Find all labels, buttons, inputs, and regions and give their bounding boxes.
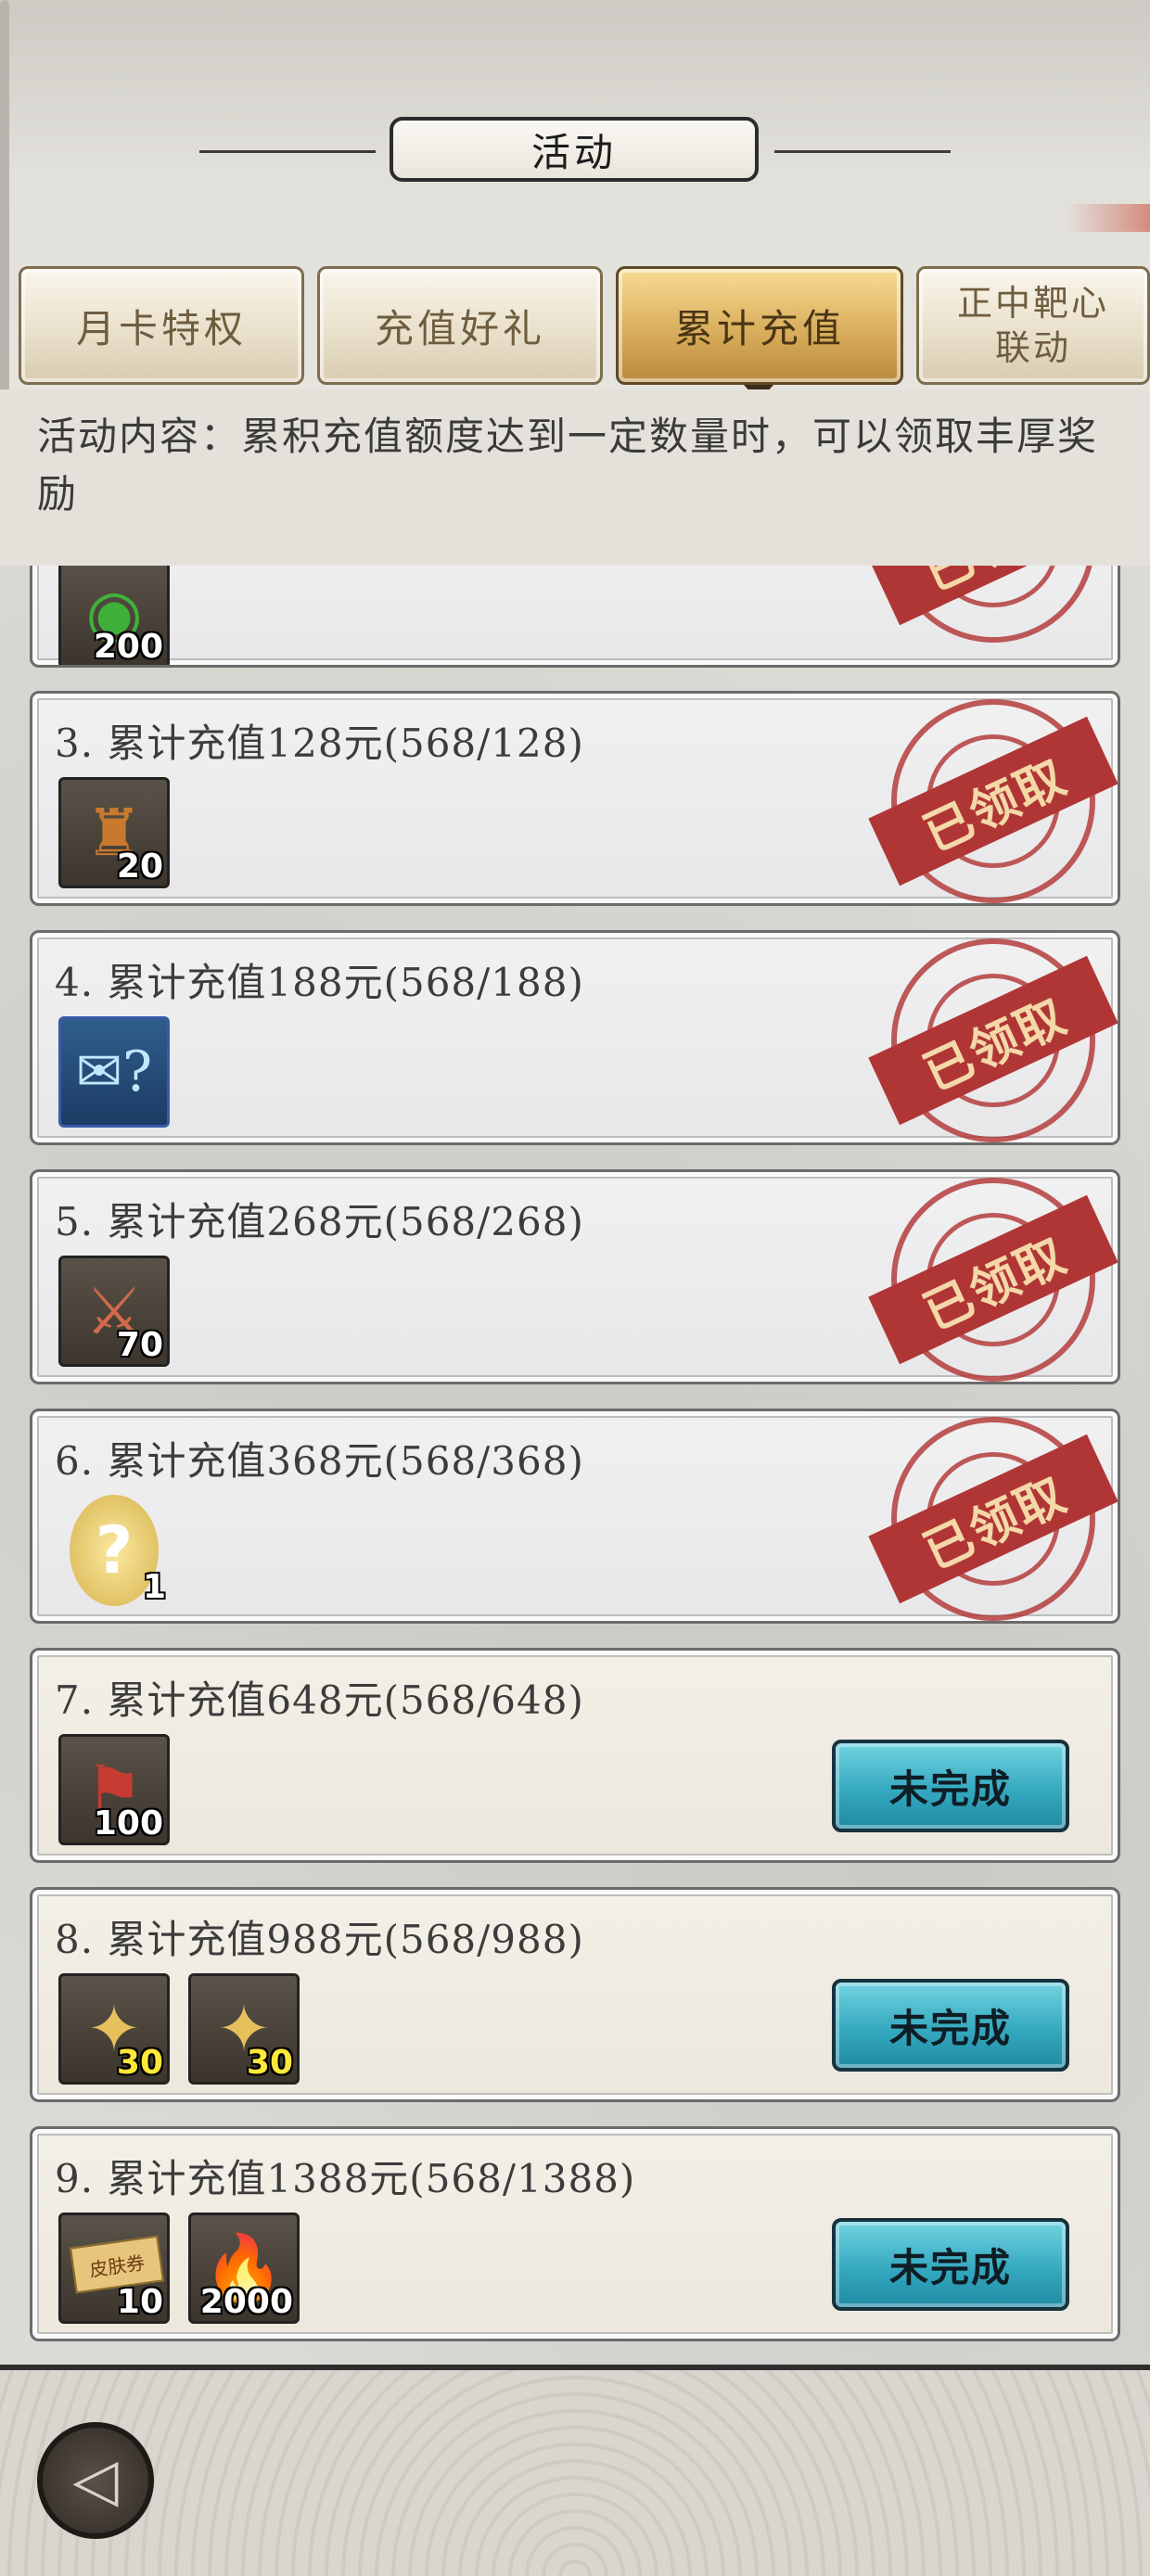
reward-row-9: 9. 累计充值1388元(568/1388) 皮肤券 10 🔥 2000 未完成 (30, 2126, 1120, 2341)
reward-row-8: 8. 累计充值988元(568/988) ✦ 30 ✦ 30 未完成 (30, 1887, 1120, 2102)
mystery-scroll-icon[interactable]: ✉? (58, 1016, 170, 1128)
tab-monthly-card[interactable]: 月卡特权 (19, 266, 304, 385)
incomplete-button[interactable]: 未完成 (832, 1979, 1069, 2072)
puzzle-piece-icon[interactable]: ✦ 30 (188, 1973, 300, 2085)
token-bag-icon[interactable]: ♜ 20 (58, 777, 170, 888)
item-quantity: 100 (93, 1804, 163, 1843)
reward-row-5: 5. 累计充值268元(568/268) ⚔ 70 已领取 (30, 1169, 1120, 1384)
item-quantity: 20 (116, 848, 163, 886)
tab-label-line2: 联动 (994, 327, 1071, 368)
decor-accent (1067, 204, 1150, 232)
item-quantity: 70 (116, 1326, 163, 1364)
title-divider-left (199, 150, 376, 153)
mystery-egg-icon[interactable]: ? 1 (58, 1495, 170, 1606)
row-title: 9. 累计充值1388元(568/1388) (55, 2156, 636, 2201)
row-title: 6. 累计充值368元(568/368) (55, 1438, 584, 1484)
back-button[interactable]: ◁ (37, 2422, 154, 2539)
item-quantity: 200 (93, 628, 163, 666)
item-quantity: 30 (116, 2044, 163, 2082)
blue-flame-icon[interactable]: 🔥 2000 (188, 2213, 300, 2324)
page-title: 活动 (390, 117, 759, 182)
item-quantity: 10 (116, 2283, 163, 2321)
page-header: 活动 (0, 111, 1150, 189)
item-quantity: 1 (142, 1568, 166, 1606)
item-quantity: 30 (246, 2044, 293, 2082)
reward-row-7: 7. 累计充值648元(568/648) ⚑ 100 未完成 (30, 1648, 1120, 1863)
title-divider-right (774, 150, 951, 153)
skin-ticket-icon[interactable]: 皮肤券 10 (58, 2213, 170, 2324)
bottom-bar (0, 2365, 1150, 2576)
row-title: 5. 累计充值268元(568/268) (55, 1199, 584, 1244)
row-title: 4. 累计充值188元(568/188) (55, 960, 584, 1005)
incomplete-button[interactable]: 未完成 (832, 2218, 1069, 2311)
tab-cumulative-recharge[interactable]: 累计充值 (616, 266, 903, 385)
item-quantity: 2000 (199, 2283, 293, 2321)
claimed-stamp: 已领取 (868, 1417, 1118, 1621)
claimed-stamp: 已领取 (868, 699, 1118, 903)
activity-description: 活动内容：累积充值额度达到一定数量时，可以领取丰厚奖励 (37, 414, 1099, 516)
reward-row-4: 4. 累计充值188元(568/188) ✉? 已领取 (30, 930, 1120, 1145)
claimed-stamp: 已领取 (868, 938, 1118, 1142)
banner-icon[interactable]: ⚑ 100 (58, 1734, 170, 1845)
claimed-stamp: 已领取 (868, 1178, 1118, 1382)
tab-recharge-gift[interactable]: 充值好礼 (317, 266, 603, 385)
puzzle-piece-icon[interactable]: ✦ 30 (58, 1973, 170, 2085)
reward-row-3: 3. 累计充值128元(568/128) ♜ 20 已领取 (30, 691, 1120, 906)
jade-coin-icon[interactable]: ◉ 200 (58, 557, 170, 666)
reward-row-6: 6. 累计充值368元(568/368) ? 1 已领取 (30, 1409, 1120, 1624)
tab-label-line1: 正中靶心 (956, 283, 1109, 324)
back-arrow-icon: ◁ (72, 2446, 119, 2515)
row-title: 7. 累计充值648元(568/648) (55, 1677, 584, 1723)
crossed-swords-medal-icon[interactable]: ⚔ 70 (58, 1256, 170, 1367)
row-title: 8. 累计充值988元(568/988) (55, 1917, 584, 1962)
incomplete-button[interactable]: 未完成 (832, 1740, 1069, 1832)
tab-bullseye-collab[interactable]: 正中靶心 联动 (916, 266, 1150, 385)
row-title: 3. 累计充值128元(568/128) (55, 721, 584, 766)
